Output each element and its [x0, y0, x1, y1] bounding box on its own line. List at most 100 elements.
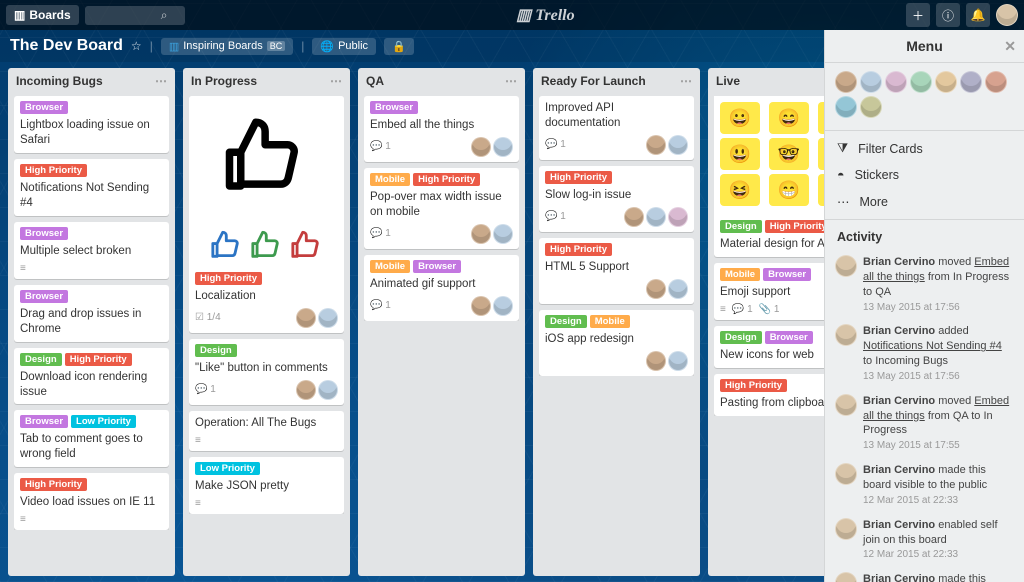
card[interactable]: DesignMobileiOS app redesign: [539, 310, 694, 376]
member-avatar[interactable]: [646, 279, 666, 299]
card[interactable]: BrowserMultiple select broken ≡: [14, 222, 169, 279]
card[interactable]: High PriorityNotifications Not Sending #…: [14, 159, 169, 216]
label-high_priority[interactable]: High Priority: [413, 173, 480, 186]
member-avatar[interactable]: [318, 308, 338, 328]
member-avatar[interactable]: [296, 308, 316, 328]
member-avatar[interactable]: [910, 71, 932, 93]
member-avatar[interactable]: [960, 71, 982, 93]
cards-container[interactable]: Improved API documentation 💬 1 High Prio…: [539, 96, 694, 376]
member-avatar[interactable]: [985, 71, 1007, 93]
member-avatar[interactable]: [471, 137, 491, 157]
card[interactable]: DesignHigh PriorityDownload icon renderi…: [14, 348, 169, 405]
member-avatar[interactable]: [668, 351, 688, 371]
label-browser[interactable]: Browser: [20, 227, 68, 240]
create-button[interactable]: ＋: [906, 3, 930, 27]
notifications-button[interactable]: 🔔: [966, 3, 990, 27]
card[interactable]: High PrioritySlow log-in issue 💬 1: [539, 166, 694, 232]
label-high_priority[interactable]: High Priority: [65, 353, 132, 366]
label-browser[interactable]: Browser: [20, 290, 68, 303]
cards-container[interactable]: High PriorityLocalization ☑ 1/4 Design"L…: [189, 96, 344, 514]
member-avatar[interactable]: [493, 296, 513, 316]
label-high_priority[interactable]: High Priority: [765, 220, 832, 233]
card[interactable]: MobileBrowserAnimated gif support 💬 1: [364, 255, 519, 321]
label-design[interactable]: Design: [720, 331, 762, 344]
search-input[interactable]: [91, 8, 161, 23]
member-avatar[interactable]: [493, 224, 513, 244]
close-icon[interactable]: ✕: [1004, 38, 1016, 55]
card[interactable]: BrowserLightbox loading issue on Safari: [14, 96, 169, 153]
list-menu-icon[interactable]: ⋯: [680, 74, 692, 88]
card[interactable]: BrowserEmbed all the things 💬 1: [364, 96, 519, 162]
member-avatar[interactable]: [318, 380, 338, 400]
label-mobile[interactable]: Mobile: [370, 173, 410, 186]
member-avatar[interactable]: [860, 96, 882, 118]
label-low_priority[interactable]: Low Priority: [71, 415, 136, 428]
member-avatar[interactable]: [296, 380, 316, 400]
cards-container[interactable]: BrowserEmbed all the things 💬 1 MobileHi…: [364, 96, 519, 321]
card[interactable]: MobileHigh PriorityPop-over max width is…: [364, 168, 519, 249]
member-avatar[interactable]: [835, 71, 857, 93]
member-avatar[interactable]: [471, 224, 491, 244]
label-browser[interactable]: Browser: [763, 268, 811, 281]
search-box[interactable]: ⌕: [85, 6, 185, 25]
org-chip[interactable]: ▥ Inspiring Boards BC: [161, 38, 293, 55]
star-icon[interactable]: ☆: [131, 39, 142, 53]
member-avatar[interactable]: [668, 207, 688, 227]
label-design[interactable]: Design: [720, 220, 762, 233]
board-title[interactable]: The Dev Board: [10, 37, 123, 55]
label-high_priority[interactable]: High Priority: [20, 478, 87, 491]
card[interactable]: High PriorityLocalization ☑ 1/4: [189, 96, 344, 333]
member-avatar[interactable]: [935, 71, 957, 93]
label-mobile[interactable]: Mobile: [720, 268, 760, 281]
card[interactable]: BrowserDrag and drop issues in Chrome: [14, 285, 169, 342]
more-row[interactable]: ⋯ More: [825, 188, 1024, 215]
list-title[interactable]: Incoming Bugs: [16, 74, 103, 88]
label-low_priority[interactable]: Low Priority: [195, 462, 260, 475]
list-menu-icon[interactable]: ⋯: [155, 74, 167, 88]
card[interactable]: BrowserLow PriorityTab to comment goes t…: [14, 410, 169, 467]
filter-cards-row[interactable]: ⧩ Filter Cards: [825, 135, 1024, 162]
member-avatar[interactable]: [885, 71, 907, 93]
card[interactable]: Low PriorityMake JSON pretty ≡: [189, 457, 344, 514]
member-avatar[interactable]: [668, 135, 688, 155]
list-title[interactable]: In Progress: [191, 74, 257, 88]
card[interactable]: Operation: All The Bugs ≡: [189, 411, 344, 451]
boards-button[interactable]: ▥ Boards: [6, 5, 79, 25]
label-high_priority[interactable]: High Priority: [20, 164, 87, 177]
member-avatar[interactable]: [624, 207, 644, 227]
user-avatar[interactable]: [996, 4, 1018, 26]
label-high_priority[interactable]: High Priority: [545, 171, 612, 184]
list-title[interactable]: Live: [716, 74, 740, 88]
label-high_priority[interactable]: High Priority: [720, 379, 787, 392]
label-browser[interactable]: Browser: [20, 415, 68, 428]
list-title[interactable]: Ready For Launch: [541, 74, 646, 88]
member-avatar[interactable]: [646, 351, 666, 371]
card[interactable]: Design"Like" button in comments 💬 1: [189, 339, 344, 405]
label-high_priority[interactable]: High Priority: [195, 272, 262, 285]
visibility-chip[interactable]: 🌐 Public: [312, 38, 376, 55]
list-title[interactable]: QA: [366, 74, 384, 88]
card[interactable]: Improved API documentation 💬 1: [539, 96, 694, 160]
member-avatar[interactable]: [646, 135, 666, 155]
label-mobile[interactable]: Mobile: [370, 260, 410, 273]
card[interactable]: High PriorityHTML 5 Support: [539, 238, 694, 304]
label-browser[interactable]: Browser: [413, 260, 461, 273]
member-avatar[interactable]: [471, 296, 491, 316]
label-mobile[interactable]: Mobile: [590, 315, 630, 328]
member-avatar[interactable]: [493, 137, 513, 157]
label-design[interactable]: Design: [545, 315, 587, 328]
trello-logo[interactable]: ▥ Trello: [516, 5, 575, 25]
activity-feed[interactable]: Brian Cervino moved Embed all the things…: [825, 250, 1024, 582]
private-chip[interactable]: 🔒: [384, 38, 414, 55]
label-design[interactable]: Design: [195, 344, 237, 357]
label-high_priority[interactable]: High Priority: [545, 243, 612, 256]
label-design[interactable]: Design: [20, 353, 62, 366]
member-avatar[interactable]: [646, 207, 666, 227]
stickers-row[interactable]: ◓ Stickers: [825, 162, 1024, 188]
list-menu-icon[interactable]: ⋯: [505, 74, 517, 88]
list-menu-icon[interactable]: ⋯: [330, 74, 342, 88]
cards-container[interactable]: BrowserLightbox loading issue on Safari H…: [14, 96, 169, 530]
card[interactable]: High PriorityVideo load issues on IE 11 …: [14, 473, 169, 530]
member-avatar[interactable]: [668, 279, 688, 299]
label-browser[interactable]: Browser: [20, 101, 68, 114]
